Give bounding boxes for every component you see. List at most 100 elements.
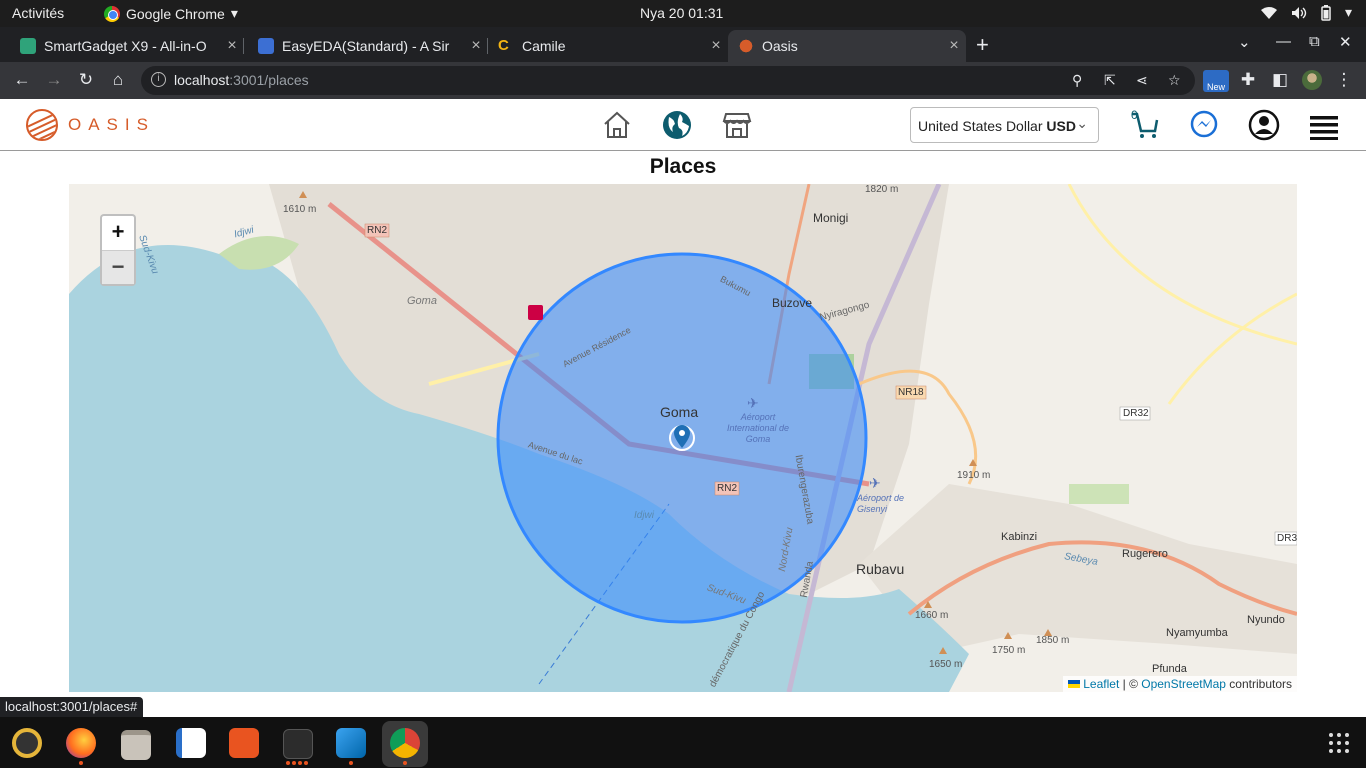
tab-easyeda[interactable]: EasyEDA(Standard) - A Sir × <box>244 30 488 62</box>
map-label-pfunda: Pfunda <box>1152 663 1187 675</box>
altitude-label: 1750 m <box>992 645 1026 656</box>
tab-search-chevron-icon[interactable]: ⌄ <box>1238 33 1251 51</box>
system-tray[interactable]: ▾ <box>1260 4 1352 21</box>
tab-title: EasyEDA(Standard) - A Sir <box>282 38 450 54</box>
tab-close-icon[interactable]: × <box>220 37 244 55</box>
writer-icon[interactable] <box>176 728 206 758</box>
clock[interactable]: Nya 20 01:31 <box>640 5 723 21</box>
wifi-icon <box>1260 6 1277 19</box>
tab-close-icon[interactable]: × <box>464 37 488 55</box>
map-label-rugerero: Rugerero <box>1122 548 1168 560</box>
road-shield-rn2-mid: RN2 <box>717 483 738 494</box>
tab-camile[interactable]: C Camile × <box>488 30 728 62</box>
app-header: OASIS United States Dollar USD ⌄ <box>0 99 1366 151</box>
share-icon[interactable]: ⋖ <box>1136 72 1148 89</box>
running-indicator <box>292 761 296 765</box>
running-indicator <box>79 761 83 765</box>
open-in-app-icon[interactable]: ⇱ <box>1104 72 1116 89</box>
logo-text: OASIS <box>68 115 155 134</box>
activities-button[interactable]: Activités <box>12 5 64 21</box>
altitude-label: 1820 m <box>865 184 899 195</box>
url-text[interactable]: localhost:3001/places <box>174 72 309 88</box>
battery-icon <box>1321 4 1331 21</box>
openstreetmap-link[interactable]: OpenStreetMap <box>1141 677 1226 691</box>
user-account-icon[interactable] <box>1248 109 1280 141</box>
location-pin-icon[interactable]: ⚲ <box>1072 72 1082 89</box>
new-tab-button[interactable]: + <box>976 32 989 58</box>
zoom-out-button[interactable]: − <box>102 250 134 284</box>
terminal-icon[interactable] <box>283 729 313 759</box>
airport-icon: ✈ <box>869 475 881 491</box>
store-nav-icon[interactable] <box>721 109 753 141</box>
url-host: localhost <box>174 72 230 88</box>
chrome-icon <box>104 5 120 22</box>
tab-close-icon[interactable]: × <box>704 37 728 55</box>
altitude-label: 1910 m <box>957 470 991 481</box>
altitude-label: 1660 m <box>915 610 949 621</box>
easyeda-favicon-icon <box>258 38 274 54</box>
tab-oasis[interactable]: Oasis × <box>728 30 966 62</box>
back-arrow-icon[interactable]: ← <box>11 70 33 90</box>
extension-new-icon[interactable]: New <box>1203 70 1229 92</box>
minimize-icon[interactable]: — <box>1276 33 1291 50</box>
oasis-favicon-icon <box>738 38 754 54</box>
hamburger-menu-icon[interactable] <box>1308 109 1340 141</box>
home-nav-icon[interactable] <box>601 109 633 141</box>
places-map[interactable]: ✈ ✈ Goma Goma Rubavu Monigi Buzove Nyira… <box>69 184 1297 692</box>
page-title: Places <box>649 155 717 178</box>
map-label-idjwi-mid: Idjwi <box>634 510 655 521</box>
tab-title: Camile <box>522 38 566 54</box>
bookmark-star-icon[interactable]: ☆ <box>1168 72 1181 89</box>
address-bar[interactable]: i localhost:3001/places ⚲ ⇱ ⋖ ☆ <box>141 66 1195 95</box>
map-label-buzove: Buzove <box>772 296 813 310</box>
oasis-logo[interactable]: OASIS <box>26 109 155 141</box>
close-window-icon[interactable]: ✕ <box>1339 33 1352 51</box>
road-shield-dr3: DR3 <box>1277 533 1297 544</box>
altitude-label: 1650 m <box>929 659 963 670</box>
camile-favicon-icon: C <box>498 37 509 54</box>
vscode-icon[interactable] <box>336 728 366 758</box>
map-label-monigi: Monigi <box>813 211 849 225</box>
currency-name: United States Dollar <box>918 118 1043 134</box>
more-menu-icon[interactable]: ⋮ <box>1333 70 1355 90</box>
tab-smartgadget[interactable]: SmartGadget X9 - All-in-O × <box>0 30 244 62</box>
software-center-icon[interactable] <box>229 728 259 758</box>
map-label-aeroport-goma: Aéroport International de Goma <box>726 412 790 444</box>
side-panel-icon[interactable]: ◧ <box>1269 70 1291 90</box>
tab-close-icon[interactable]: × <box>942 37 966 55</box>
airport-icon: ✈ <box>747 395 759 411</box>
running-indicator <box>403 761 407 765</box>
attribution-separator: | © <box>1119 677 1142 691</box>
show-apps-icon[interactable] <box>1329 733 1349 753</box>
attribution-tail: contributors <box>1225 677 1292 691</box>
road-shield-rn2-top: RN2 <box>367 225 388 236</box>
map-tiles[interactable]: ✈ ✈ <box>69 184 1297 692</box>
map-label-nyamyumba: Nyamyumba <box>1166 627 1228 639</box>
home-icon[interactable]: ⌂ <box>107 70 129 90</box>
app-menu[interactable]: Google Chrome ▾ <box>104 5 238 22</box>
globe-nav-icon[interactable] <box>661 109 693 141</box>
rhythmbox-icon[interactable] <box>12 728 42 758</box>
tab-title: SmartGadget X9 - All-in-O <box>44 38 207 54</box>
files-icon[interactable] <box>121 730 151 760</box>
maximize-icon[interactable]: ⧉ <box>1309 33 1320 50</box>
caret-down-icon: ▾ <box>230 5 238 21</box>
profile-avatar[interactable] <box>1302 70 1322 90</box>
chrome-dock-icon[interactable] <box>390 728 420 758</box>
reload-icon[interactable]: ↻ <box>75 70 97 90</box>
browser-toolbar: ← → ↻ ⌂ i localhost:3001/places ⚲ ⇱ ⋖ ☆ … <box>0 62 1366 99</box>
zoom-in-button[interactable]: + <box>102 216 134 250</box>
road-shield-dr32: DR32 <box>1123 408 1149 419</box>
site-info-icon[interactable]: i <box>151 72 166 87</box>
extension-badge: New <box>1206 82 1225 92</box>
firefox-icon[interactable] <box>66 728 96 758</box>
messenger-icon[interactable] <box>1188 109 1220 141</box>
currency-select[interactable]: United States Dollar USD ⌄ <box>910 107 1099 143</box>
zoom-control: + − <box>100 214 136 286</box>
map-label-kabinzi: Kabinzi <box>1001 531 1038 543</box>
extensions-puzzle-icon[interactable]: ✚ <box>1237 70 1259 90</box>
running-indicator <box>286 761 290 765</box>
shop-poi-icon[interactable] <box>528 305 543 320</box>
leaflet-link[interactable]: Leaflet <box>1083 677 1119 691</box>
forward-arrow-icon[interactable]: → <box>43 70 65 90</box>
